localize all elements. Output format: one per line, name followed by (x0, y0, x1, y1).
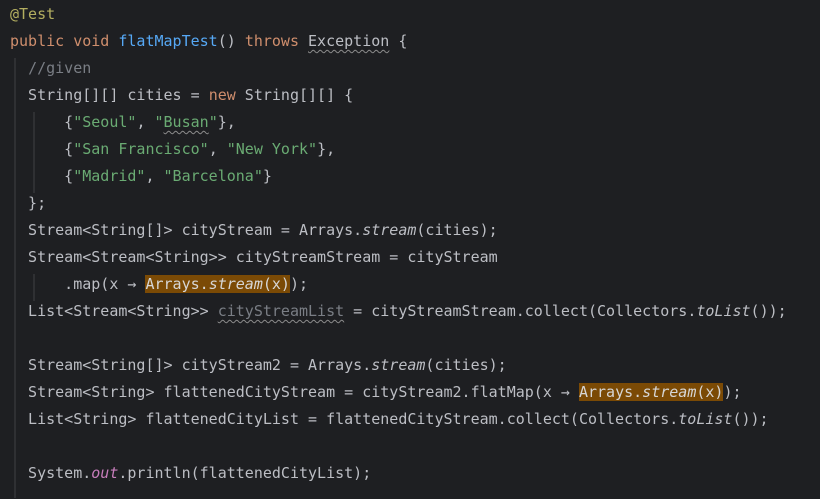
code-token: cityStreamList (217, 302, 345, 320)
code-token: "San Francisco" (73, 140, 209, 158)
code-token: .println(flattenedCityList); (118, 464, 372, 482)
code-token: " (208, 113, 218, 131)
code-token: String[][] { (235, 86, 354, 104)
code-token: //given (28, 59, 92, 77)
code-token: () (217, 32, 245, 50)
code-line[interactable]: Stream<String> flattenedCityStream = cit… (10, 379, 742, 406)
code-token: ); (289, 275, 309, 293)
code-token: }; (10, 194, 47, 212)
code-token: .map(x → (10, 275, 146, 293)
code-token: out (91, 464, 119, 482)
code-token: , (136, 113, 155, 131)
code-token: }, (317, 140, 336, 158)
code-token: { (10, 140, 74, 158)
code-line[interactable]: Stream<String[]> cityStream2 = Arrays.st… (10, 352, 507, 379)
code-token: List<Stream<String>> (10, 302, 218, 320)
code-token: Busan (163, 113, 209, 131)
code-token: toList (696, 302, 751, 320)
code-line[interactable]: List<Stream<String>> cityStreamList = ci… (10, 298, 787, 325)
code-line[interactable]: String[][] cities = new String[][] { (10, 82, 353, 109)
code-line[interactable]: System.out.println(flattenedCityList); (10, 460, 371, 487)
code-line[interactable]: List<String> flattenedCityList = flatten… (10, 406, 769, 433)
code-line[interactable]: .map(x → Arrays.stream(x)); (10, 271, 308, 298)
code-line[interactable]: {"San Francisco", "New York"}, (10, 136, 335, 163)
code-line[interactable]: {"Madrid", "Barcelona"} (10, 163, 272, 190)
code-token: "Seoul" (73, 113, 137, 131)
code-line[interactable]: @Test (10, 1, 55, 28)
code-token: Stream<Stream<String>> cityStreamStream … (10, 248, 498, 266)
code-token: "Madrid" (73, 167, 146, 185)
code-token: public (10, 32, 65, 50)
code-token: stream (371, 356, 426, 374)
code-token: ()); (732, 410, 769, 428)
code-token: toList (678, 410, 733, 428)
code-token: stream (208, 275, 263, 293)
code-token: ); (723, 383, 742, 401)
code-token: (x) (696, 383, 724, 401)
code-token: throws (244, 32, 299, 50)
code-token: , (208, 140, 227, 158)
code-token: (cities); (416, 221, 498, 239)
code-token: ()); (750, 302, 787, 320)
code-token: Stream<String> flattenedCityStream = cit… (10, 383, 579, 401)
code-token: String[][] cities = (10, 86, 209, 104)
code-token: { (10, 113, 74, 131)
code-line[interactable]: Stream<String[]> cityStream = Arrays.str… (10, 217, 498, 244)
code-token: Stream<String[]> cityStream = Arrays. (10, 221, 363, 239)
code-token: @Test (10, 5, 56, 23)
code-token: " (154, 113, 164, 131)
code-token: } (262, 167, 272, 185)
code-token: flatMapTest (118, 32, 218, 50)
code-token: void (73, 32, 110, 50)
code-token: (cities); (425, 356, 507, 374)
code-token: (x) (262, 275, 290, 293)
code-token: { (10, 167, 74, 185)
code-token: stream (362, 221, 417, 239)
code-token: Arrays. (145, 275, 209, 293)
code-line[interactable]: {"Seoul", "Busan"}, (10, 109, 236, 136)
code-token: "Barcelona" (163, 167, 263, 185)
code-line[interactable]: Stream<Stream<String>> cityStreamStream … (10, 244, 498, 271)
code-token: { (389, 32, 408, 50)
code-line[interactable]: //given (10, 55, 91, 82)
code-line[interactable]: }; (10, 190, 46, 217)
code-token: new (208, 86, 236, 104)
code-token: }, (217, 113, 236, 131)
code-token: = cityStreamStream.collect(Collectors. (344, 302, 697, 320)
code-token: Stream<String[]> cityStream2 = Arrays. (10, 356, 372, 374)
code-token: Exception (308, 32, 390, 50)
code-token: , (145, 167, 164, 185)
code-line[interactable]: public void flatMapTest() throws Excepti… (10, 28, 407, 55)
code-token: Arrays. (578, 383, 643, 401)
code-editor[interactable]: @Test public void flatMapTest() throws Ex… (0, 0, 820, 499)
code-token: System. (10, 464, 92, 482)
code-token: List<String> flattenedCityList = flatten… (10, 410, 679, 428)
code-token: stream (642, 383, 697, 401)
code-token: "New York" (226, 140, 318, 158)
